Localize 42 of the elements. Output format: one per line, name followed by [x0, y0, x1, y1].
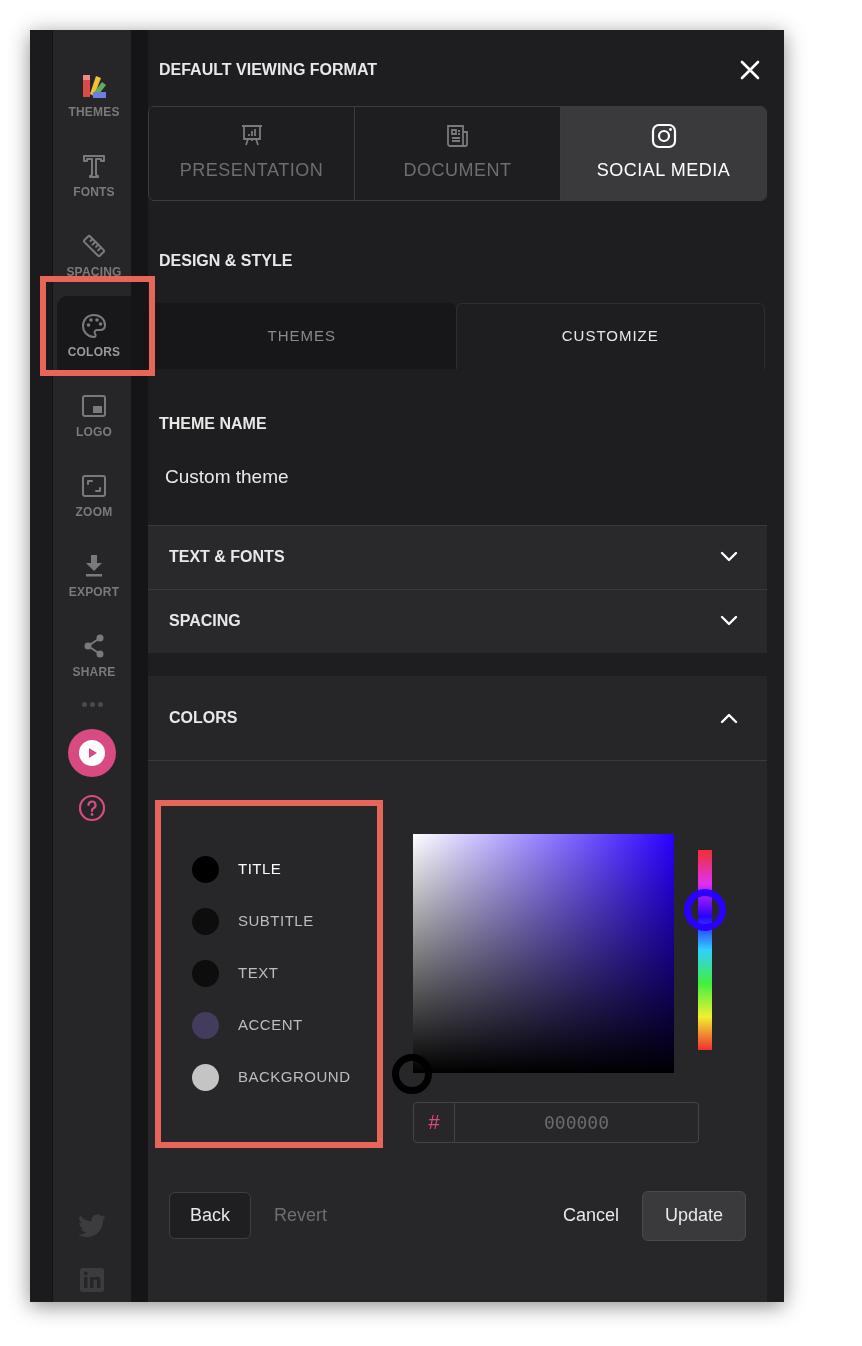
accordion-title: COLORS — [169, 707, 238, 728]
help-icon[interactable] — [78, 794, 106, 822]
back-button[interactable]: Back — [169, 1192, 252, 1239]
chevron-down-icon — [720, 615, 738, 627]
color-swatch[interactable] — [192, 856, 219, 883]
style-tab[interactable]: THEMES — [148, 303, 456, 369]
section-title: DESIGN & STYLE — [158, 251, 294, 271]
hash-label: # — [413, 1101, 455, 1143]
panel-title: DEFAULT VIEWING FORMAT — [159, 60, 378, 80]
style-tab[interactable]: CUSTOMIZE — [455, 303, 765, 369]
color-swatch[interactable] — [192, 908, 219, 935]
color-label[interactable]: SUBTITLE — [238, 910, 314, 933]
cancel-button[interactable]: Cancel — [562, 1202, 619, 1229]
accordion-header[interactable]: COLORS — [148, 675, 767, 761]
camera-icon — [650, 123, 677, 149]
color-swatch[interactable] — [192, 1012, 219, 1039]
accordion-header[interactable]: SPACING — [148, 588, 767, 653]
hex-input[interactable]: 000000 — [455, 1101, 699, 1143]
theme-name-field[interactable]: Custom theme — [148, 436, 784, 525]
accordion-title: SPACING — [169, 611, 241, 631]
color-label[interactable]: TEXT — [238, 962, 279, 985]
color-label[interactable]: TITLE — [238, 858, 282, 881]
color-label[interactable]: BACKGROUND — [238, 1066, 351, 1089]
color-gradient-area[interactable] — [413, 833, 674, 1073]
picker-handle[interactable] — [392, 1053, 432, 1094]
play-button[interactable] — [68, 729, 116, 777]
accordion-title: TEXT & FONTS — [169, 547, 285, 567]
close-icon[interactable] — [740, 60, 760, 80]
update-button[interactable]: Update — [641, 1190, 746, 1241]
more-icon[interactable] — [81, 702, 103, 707]
play-icon — [79, 740, 105, 766]
color-swatch[interactable] — [192, 960, 219, 987]
color-label[interactable]: ACCENT — [238, 1014, 303, 1037]
accordion-header[interactable]: TEXT & FONTS — [148, 524, 767, 589]
palette-icon — [80, 311, 108, 340]
newspaper-icon — [444, 123, 471, 149]
slider-thumb[interactable] — [684, 888, 726, 931]
field-label: THEME NAME — [158, 414, 268, 434]
color-swatch[interactable] — [192, 1064, 219, 1091]
format-tab[interactable]: SOCIAL MEDIA — [560, 107, 766, 200]
chevron-down-icon — [720, 551, 738, 563]
chevron-up-icon — [720, 711, 738, 724]
